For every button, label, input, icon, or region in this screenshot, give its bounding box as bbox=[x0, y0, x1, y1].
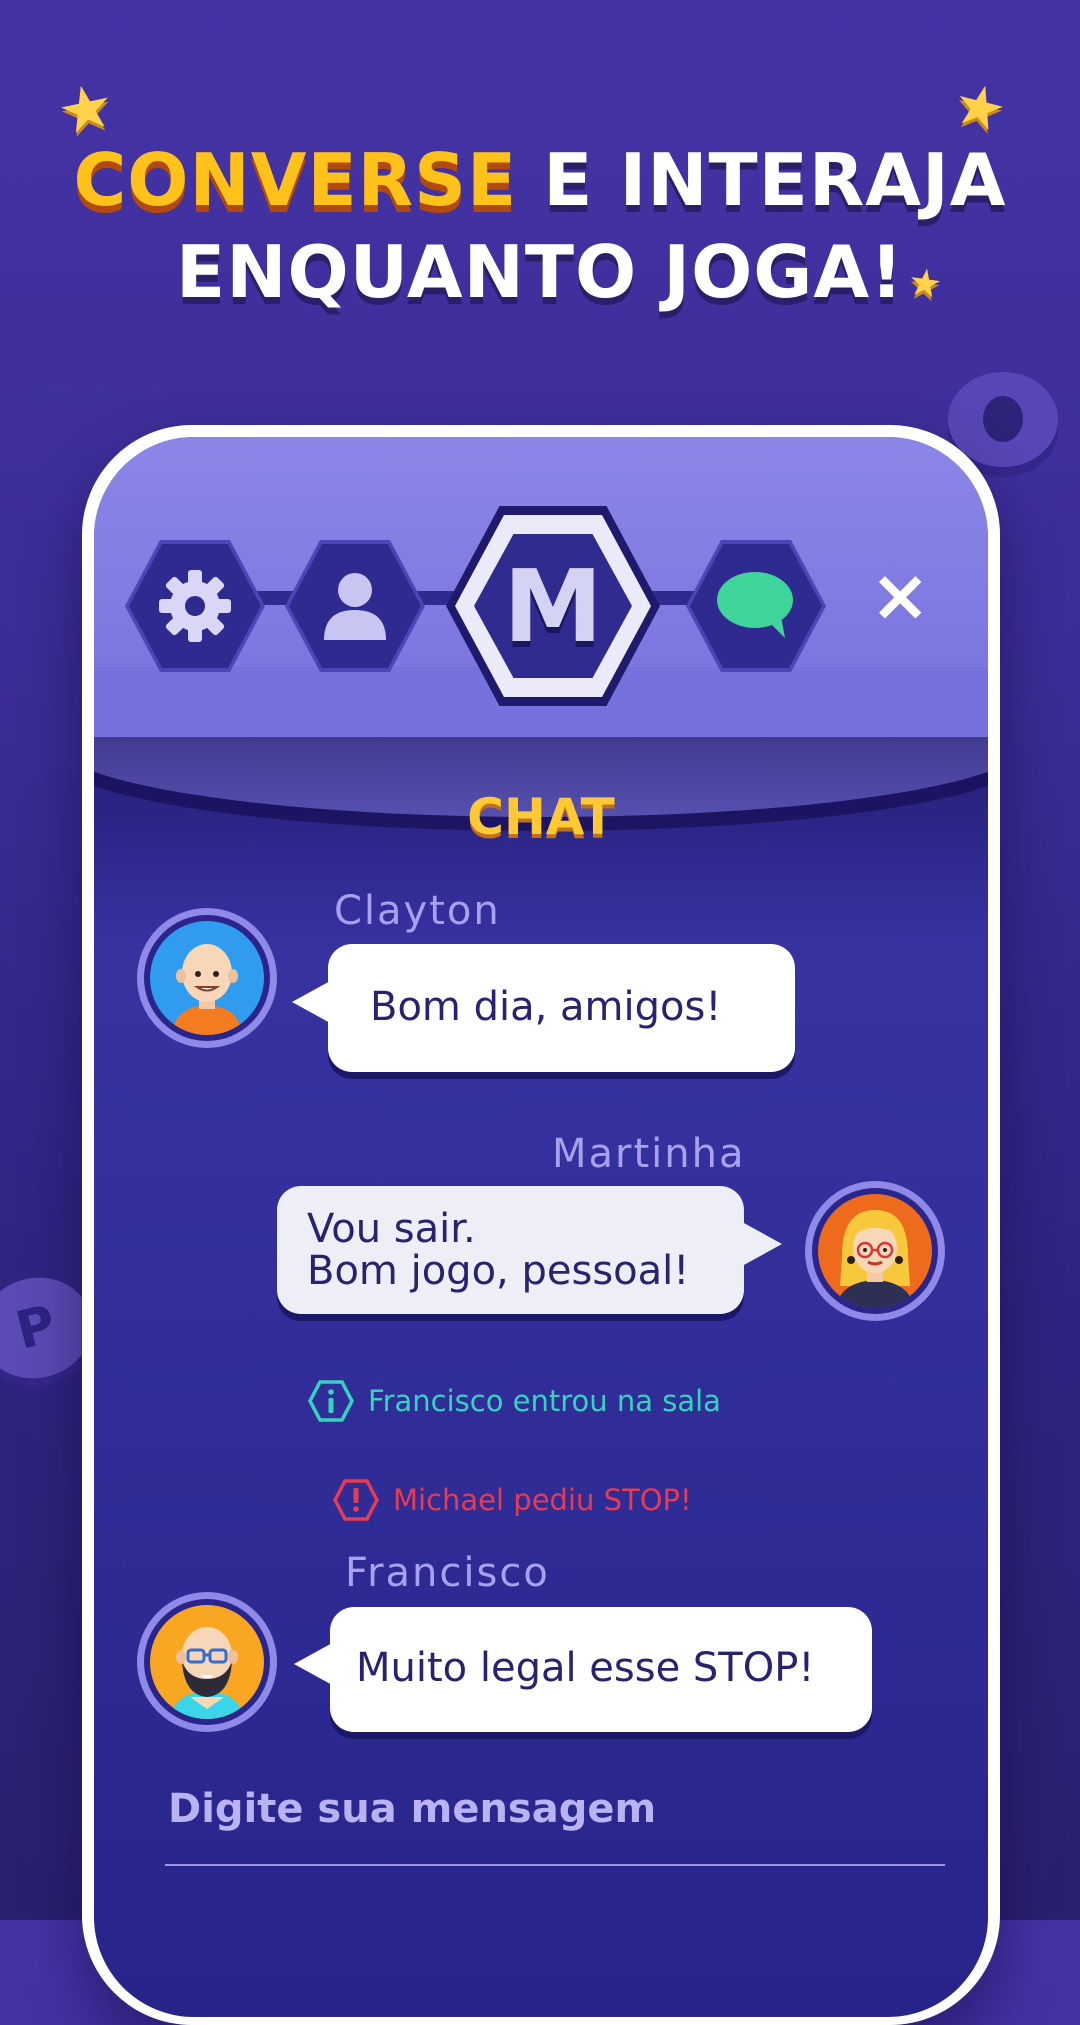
message-bubble: Bom dia, amigos! bbox=[328, 944, 795, 1072]
bubble-tail bbox=[294, 1642, 334, 1686]
message-text-line2: Bom jogo, pessoal! bbox=[307, 1248, 690, 1294]
logo-letter: M bbox=[474, 534, 632, 678]
sender-name: Martinha bbox=[552, 1131, 746, 1177]
avatar bbox=[137, 1592, 277, 1732]
bubble-tail bbox=[292, 980, 332, 1024]
star-icon: ★ bbox=[50, 67, 121, 150]
notice-text: Michael pediu STOP! bbox=[393, 1483, 692, 1517]
sender-name: Francisco bbox=[345, 1550, 550, 1596]
gear-icon bbox=[159, 570, 231, 642]
user-icon bbox=[324, 573, 386, 640]
message-text: Bom dia, amigos! bbox=[370, 984, 722, 1030]
bearded-man-avatar-icon bbox=[170, 1627, 244, 1719]
chat-title: CHAT bbox=[467, 788, 615, 846]
star-icon: ★ bbox=[946, 67, 1014, 147]
system-notice-join: Francisco entrou na sala bbox=[308, 1380, 721, 1422]
system-notice-stop: Michael pediu STOP! bbox=[333, 1479, 692, 1521]
avatar bbox=[805, 1181, 945, 1321]
alert-hexagon-icon bbox=[333, 1479, 379, 1521]
info-hexagon-icon bbox=[308, 1380, 354, 1422]
message-text: Muito legal esse STOP! bbox=[356, 1645, 815, 1691]
promo-headline-highlight: CONVERSE bbox=[73, 138, 518, 222]
bald-man-avatar-icon bbox=[172, 944, 242, 1035]
blonde-woman-avatar-icon bbox=[836, 1210, 914, 1308]
promo-headline-rest: E INTERAJA bbox=[517, 138, 1007, 222]
message-input[interactable]: Digite sua mensagem bbox=[168, 1786, 656, 1832]
bubble-tail bbox=[742, 1222, 782, 1266]
promo-headline-line2: ENQUANTO JOGA! bbox=[176, 230, 904, 314]
message-text-line1: Vou sair. bbox=[307, 1206, 476, 1252]
promo-headline-line1: CONVERSE E INTERAJA bbox=[0, 138, 1080, 222]
message-bubble: Muito legal esse STOP! bbox=[330, 1607, 872, 1732]
message-bubble: Vou sair. Bom jogo, pessoal! bbox=[277, 1186, 744, 1314]
avatar bbox=[137, 908, 277, 1048]
speech-bubble-icon bbox=[717, 572, 793, 638]
sender-name: Clayton bbox=[334, 888, 501, 934]
notice-text: Francisco entrou na sala bbox=[368, 1384, 721, 1418]
input-underline bbox=[165, 1864, 945, 1866]
close-button[interactable]: × bbox=[870, 559, 930, 631]
letter-o-decoration bbox=[948, 372, 1058, 467]
